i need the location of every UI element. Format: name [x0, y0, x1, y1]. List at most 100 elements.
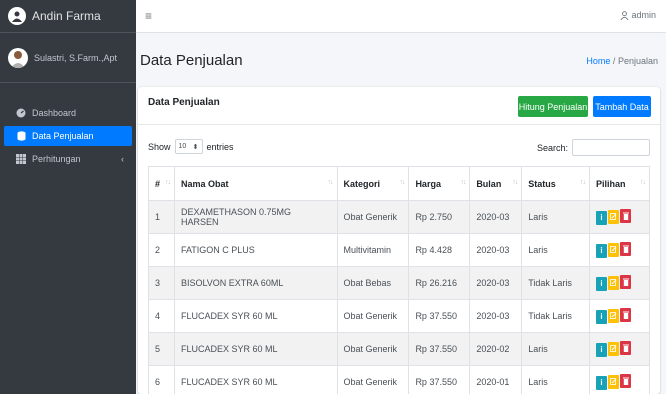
- delete-button[interactable]: [620, 275, 632, 290]
- cell-status: Laris: [521, 332, 591, 366]
- column-header-kategori[interactable]: Kategori ↑↓: [336, 166, 410, 201]
- table-header-row: # ↑↓ Nama Obat ↑↓ Kategori ↑↓ Harga ↑↓ Bulan…: [148, 166, 650, 201]
- cell-harga: Rp 37.550: [408, 299, 471, 333]
- search-label: Search:: [536, 142, 568, 153]
- hitung-penjualan-button[interactable]: Hitung Penjualan: [518, 96, 588, 117]
- sort-icon: ↑↓: [512, 179, 518, 186]
- info-button[interactable]: i: [596, 276, 608, 291]
- cell-pilihan: i: [589, 365, 650, 394]
- table-body: 1 DEXAMETHASON 0.75MG HARSEN Obat Generi…: [148, 200, 650, 394]
- info-button[interactable]: i: [596, 309, 608, 324]
- info-button[interactable]: i: [596, 375, 608, 390]
- grid-icon: [16, 154, 26, 164]
- card-title: Data Penjualan: [148, 97, 220, 108]
- entries-value: 10: [178, 143, 187, 150]
- delete-button[interactable]: [620, 341, 632, 356]
- cell-kategori: Obat Generik: [336, 299, 410, 333]
- edit-button[interactable]: [608, 341, 620, 356]
- brand-link[interactable]: Andin Farma: [0, 0, 136, 33]
- edit-button[interactable]: [608, 242, 620, 257]
- sidebar-item-data-penjualan[interactable]: Data Penjualan: [4, 126, 132, 146]
- search-input[interactable]: [572, 139, 650, 156]
- show-label: Show: [148, 141, 171, 152]
- cell-bulan: 2020-01: [469, 365, 523, 394]
- user-panel[interactable]: Sulastri, S.Farm.,Apt: [0, 33, 136, 83]
- cell-harga: Rp 26.216: [408, 266, 471, 300]
- trash-icon: [622, 245, 629, 254]
- cell-harga: Rp 2.750: [408, 200, 471, 234]
- trash-icon: [622, 377, 629, 386]
- cell-pilihan: i: [589, 266, 650, 300]
- delete-button[interactable]: [620, 242, 632, 257]
- cell-status: Laris: [521, 365, 591, 394]
- info-icon: i: [600, 312, 603, 322]
- tambah-data-button[interactable]: Tambah Data: [593, 96, 651, 117]
- cell-number: 5: [148, 332, 175, 366]
- sort-icon: ↑↓: [580, 179, 586, 186]
- info-button[interactable]: i: [596, 243, 608, 258]
- table-row: 5 FLUCADEX SYR 60 ML Obat Generik Rp 37.…: [148, 332, 650, 366]
- admin-menu[interactable]: admin: [620, 10, 656, 20]
- column-header-nama-obat[interactable]: Nama Obat ↑↓: [173, 166, 338, 201]
- edit-icon: [610, 345, 617, 353]
- edit-button[interactable]: [608, 209, 620, 224]
- breadcrumb-home-link[interactable]: Home: [586, 56, 610, 66]
- entries-select[interactable]: 10 ⬍: [174, 139, 203, 154]
- edit-button[interactable]: [608, 308, 620, 323]
- delete-button[interactable]: [620, 209, 632, 224]
- brand-name: Andin Farma: [32, 9, 101, 23]
- sidebar-item-perhitungan[interactable]: Perhitungan ‹: [4, 149, 132, 169]
- brand-logo-icon: [8, 7, 26, 25]
- info-button[interactable]: i: [596, 210, 608, 225]
- cell-nama-obat: BISOLVON EXTRA 60ML: [173, 266, 338, 300]
- sidebar: Andin Farma Sulastri, S.Farm.,Apt Dashbo…: [0, 0, 136, 394]
- info-icon: i: [600, 213, 603, 223]
- column-header-number[interactable]: # ↑↓: [148, 166, 175, 201]
- edit-icon: [610, 246, 617, 254]
- cell-number: 4: [148, 299, 175, 333]
- sort-icon: ↑↓: [327, 179, 334, 186]
- cell-status: Tidak Laris: [521, 299, 591, 333]
- updown-icon: ⬍: [192, 143, 199, 151]
- hamburger-icon[interactable]: ≡: [145, 9, 152, 23]
- info-button[interactable]: i: [596, 342, 608, 357]
- sidebar-item-label: Perhitungan: [32, 154, 81, 164]
- cell-number: 2: [148, 233, 175, 267]
- cell-status: Laris: [521, 233, 591, 267]
- database-icon: [16, 131, 26, 141]
- delete-button[interactable]: [620, 308, 632, 323]
- cell-pilihan: i: [589, 233, 650, 267]
- cell-kategori: Obat Bebas: [336, 266, 410, 300]
- cell-nama-obat: FLUCADEX SYR 60 ML: [173, 365, 338, 394]
- column-header-bulan[interactable]: Bulan ↑↓: [469, 166, 523, 201]
- cell-pilihan: i: [589, 200, 650, 234]
- edit-button[interactable]: [608, 374, 620, 389]
- column-header-harga[interactable]: Harga ↑↓: [408, 166, 471, 201]
- search-control: Search:: [537, 139, 650, 156]
- data-card: Data Penjualan Hitung Penjualan Tambah D…: [138, 87, 660, 394]
- user-icon: [621, 10, 629, 20]
- edit-icon: [610, 279, 617, 287]
- entries-label: entries: [206, 141, 234, 152]
- edit-button[interactable]: [608, 275, 620, 290]
- table-row: 4 FLUCADEX SYR 60 ML Obat Generik Rp 37.…: [148, 299, 650, 333]
- user-avatar: [8, 47, 28, 68]
- info-icon: i: [600, 378, 603, 388]
- cell-nama-obat: FLUCADEX SYR 60 ML: [173, 299, 338, 333]
- edit-icon: [610, 213, 617, 221]
- cell-bulan: 2020-03: [469, 233, 523, 267]
- cell-kategori: Obat Generik: [336, 365, 410, 394]
- sidebar-item-dashboard[interactable]: Dashboard: [4, 103, 132, 123]
- edit-icon: [610, 312, 617, 320]
- trash-icon: [622, 311, 629, 320]
- cell-status: Tidak Laris: [521, 266, 591, 300]
- info-icon: i: [600, 246, 603, 256]
- table-row: 6 FLUCADEX SYR 60 ML Obat Generik Rp 37.…: [148, 365, 650, 394]
- cell-number: 6: [148, 365, 175, 394]
- cell-pilihan: i: [589, 332, 650, 366]
- delete-button[interactable]: [620, 374, 632, 389]
- cell-number: 1: [148, 200, 175, 234]
- column-header-status[interactable]: Status ↑↓: [521, 166, 591, 201]
- column-header-pilihan[interactable]: Pilihan ↑↓: [589, 166, 650, 201]
- chevron-left-icon: ‹: [121, 154, 124, 164]
